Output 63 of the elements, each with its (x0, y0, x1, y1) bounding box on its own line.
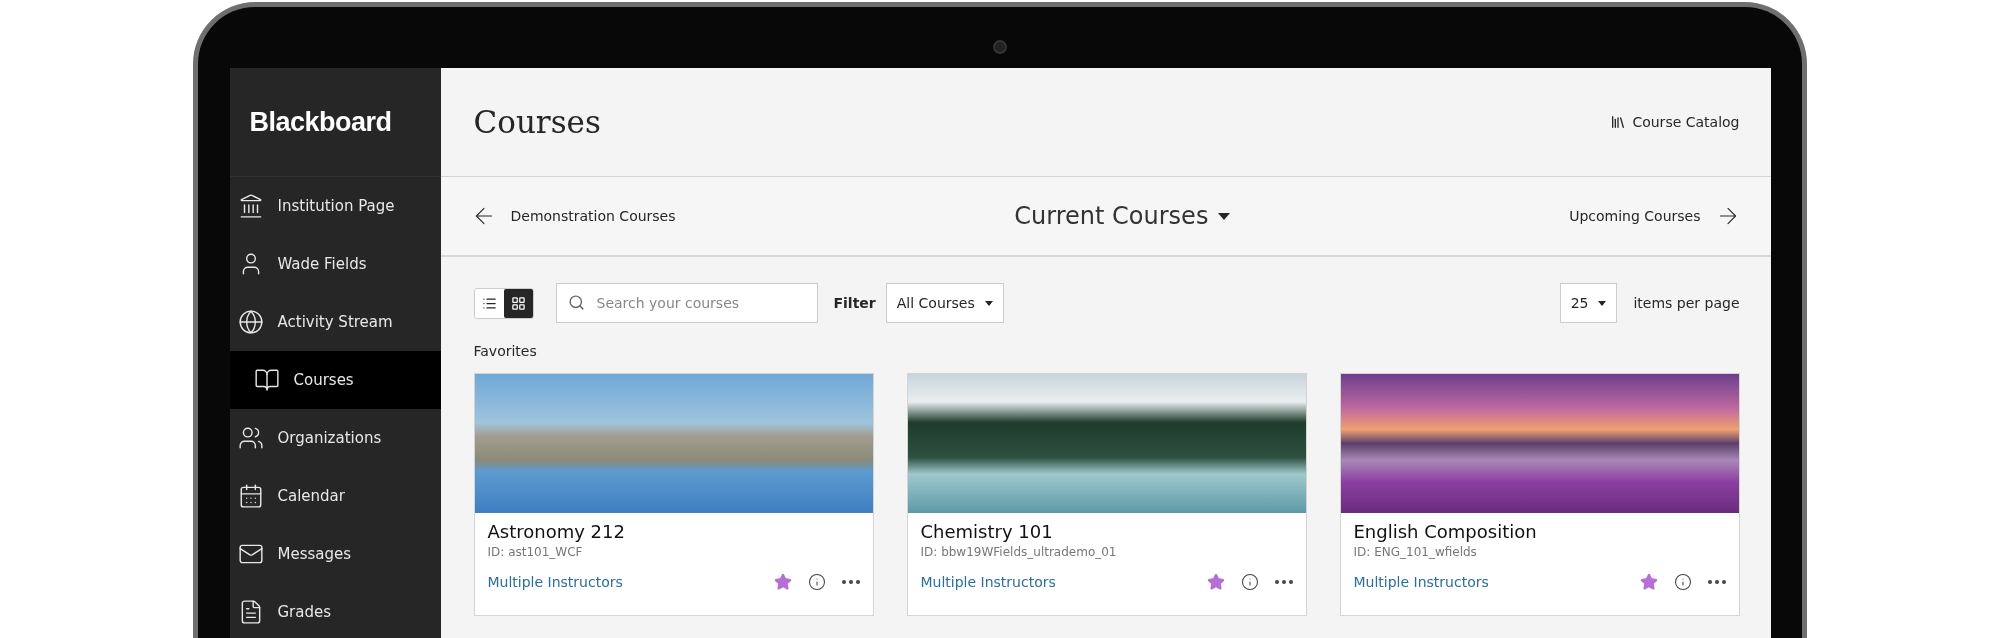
more-button[interactable] (1274, 580, 1293, 584)
filter-label: Filter (833, 295, 876, 311)
info-icon (1673, 573, 1692, 591)
filter-dropdown[interactable]: All Courses (885, 283, 1004, 323)
favorite-button[interactable] (1206, 573, 1225, 591)
info-icon (807, 573, 826, 591)
caret-icon (984, 300, 993, 306)
view-toggle-button[interactable] (503, 288, 533, 318)
star-icon (773, 573, 792, 591)
course-card[interactable]: Chemistry 101 ID: bbw19WFields_ultrademo_01 Multiple Instructors (906, 373, 1307, 616)
caret-icon (1218, 212, 1231, 220)
more-icon (1274, 580, 1293, 584)
course-card[interactable]: Astronomy 212 ID: ast101_WCF Multiple Instructors (473, 373, 874, 616)
camera-icon (993, 40, 1007, 54)
caret-icon (1598, 300, 1607, 306)
instructors-link[interactable]: Multiple Instructors (1353, 574, 1489, 590)
sidebar-item[interactable]: Organizations (229, 409, 441, 467)
logo: Blackboard (229, 68, 441, 177)
course-card[interactable]: English Composition ID: ENG_101_wfields Multiple Instructors (1339, 373, 1740, 616)
section-title: Favorites (473, 343, 538, 359)
sidebar-item[interactable]: Grades (229, 583, 441, 638)
info-button[interactable] (807, 573, 826, 591)
course-id: ID: ast101_WCF (487, 545, 584, 559)
favorite-button[interactable] (1639, 573, 1658, 591)
course-title: Chemistry 101 (920, 521, 1054, 542)
sidebar-item[interactable]: Messages (229, 525, 441, 583)
grid-icon (510, 295, 526, 311)
group-icon (237, 425, 264, 451)
page-title: Courses (473, 104, 601, 140)
books-icon (1610, 114, 1627, 130)
term-dropdown[interactable]: Current Courses (1008, 201, 1237, 231)
globe-icon (237, 309, 264, 335)
info-icon (1240, 573, 1259, 591)
info-button[interactable] (1673, 573, 1692, 591)
info-button[interactable] (1240, 573, 1259, 591)
instructors-link[interactable]: Multiple Instructors (920, 574, 1056, 590)
search-field[interactable]: Search your courses (555, 283, 818, 323)
sidebar-item[interactable]: Activity Stream (229, 293, 441, 351)
next-term-link[interactable]: Upcoming Courses (1569, 203, 1741, 229)
sidebar-item[interactable]: Institution Page (229, 177, 441, 235)
sidebar-item[interactable]: Calendar (229, 467, 441, 525)
sidebar-item[interactable]: Wade Fields (229, 235, 441, 293)
course-catalog-link[interactable]: Course Catalog (1610, 114, 1740, 130)
more-button[interactable] (1707, 580, 1726, 584)
sidebar-item[interactable]: Courses (229, 351, 441, 409)
list-icon (481, 295, 497, 311)
course-id: ID: ENG_101_wfields (1353, 545, 1478, 559)
star-icon (1206, 573, 1225, 591)
course-title: Astronomy 212 (487, 521, 626, 542)
previous-term-link[interactable]: Demonstration Courses (470, 203, 676, 229)
more-icon (1707, 580, 1726, 584)
view-toggle-button[interactable] (474, 288, 504, 318)
star-icon (1639, 573, 1658, 591)
book-icon (253, 367, 280, 393)
instructors-link[interactable]: Multiple Instructors (487, 574, 623, 590)
per-page-dropdown[interactable]: 25 (1559, 283, 1618, 323)
course-id: ID: bbw19WFields_ultrademo_01 (920, 545, 1118, 559)
search-icon (567, 294, 585, 311)
course-title: English Composition (1353, 521, 1538, 542)
favorite-button[interactable] (773, 573, 792, 591)
more-button[interactable] (841, 580, 860, 584)
more-icon (841, 580, 860, 584)
per-page-label: items per page (1633, 295, 1740, 311)
